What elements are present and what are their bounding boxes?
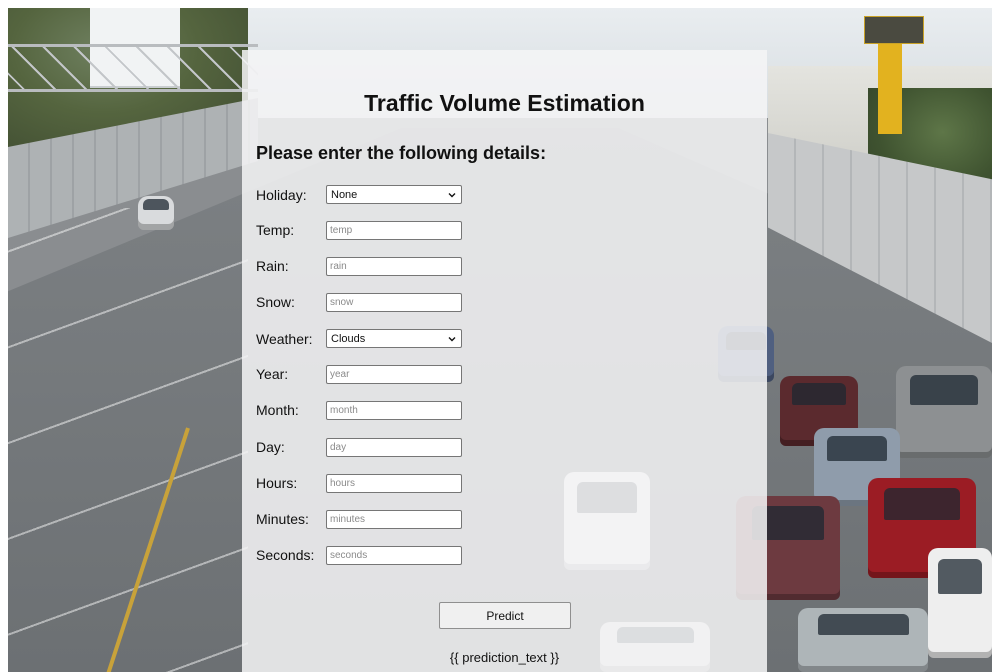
page-viewport: Traffic Volume Estimation Please enter t… (8, 8, 992, 672)
chevron-down-icon (448, 192, 456, 197)
pole-sign (864, 16, 924, 44)
year-label: Year: (256, 366, 289, 382)
temp-input[interactable] (326, 221, 462, 240)
form-subtitle: Please enter the following details: (256, 143, 547, 163)
form-panel: Traffic Volume Estimation Please enter t… (242, 50, 767, 672)
year-input[interactable] (326, 365, 462, 384)
prediction-text: {{ prediction_text }} (449, 650, 560, 665)
holiday-select-value: None (331, 188, 358, 201)
holiday-label: Holiday: (256, 187, 307, 203)
page-title: Traffic Volume Estimation (364, 90, 645, 116)
rain-input[interactable] (326, 257, 462, 276)
car (138, 196, 174, 230)
seconds-input[interactable] (326, 546, 462, 565)
seconds-label: Seconds: (256, 547, 315, 563)
weather-label: Weather: (256, 331, 313, 347)
month-input[interactable] (326, 401, 462, 420)
truck (896, 366, 992, 458)
minutes-input[interactable] (326, 510, 462, 529)
day-label: Day: (256, 439, 285, 455)
weather-select[interactable]: Clouds (326, 329, 462, 348)
weather-select-value: Clouds (331, 332, 366, 345)
sign-gantry (8, 44, 258, 92)
holiday-select[interactable]: None (326, 185, 462, 204)
month-label: Month: (256, 402, 299, 418)
hours-input[interactable] (326, 474, 462, 493)
temp-label: Temp: (256, 222, 295, 238)
rain-label: Rain: (256, 258, 289, 274)
hours-label: Hours: (256, 475, 298, 491)
car (928, 548, 992, 658)
day-input[interactable] (326, 438, 462, 457)
snow-input[interactable] (326, 293, 462, 312)
snow-label: Snow: (256, 294, 295, 310)
minutes-label: Minutes: (256, 511, 309, 527)
car (798, 608, 928, 672)
predict-button[interactable]: Predict (439, 602, 571, 629)
chevron-down-icon (448, 336, 456, 341)
